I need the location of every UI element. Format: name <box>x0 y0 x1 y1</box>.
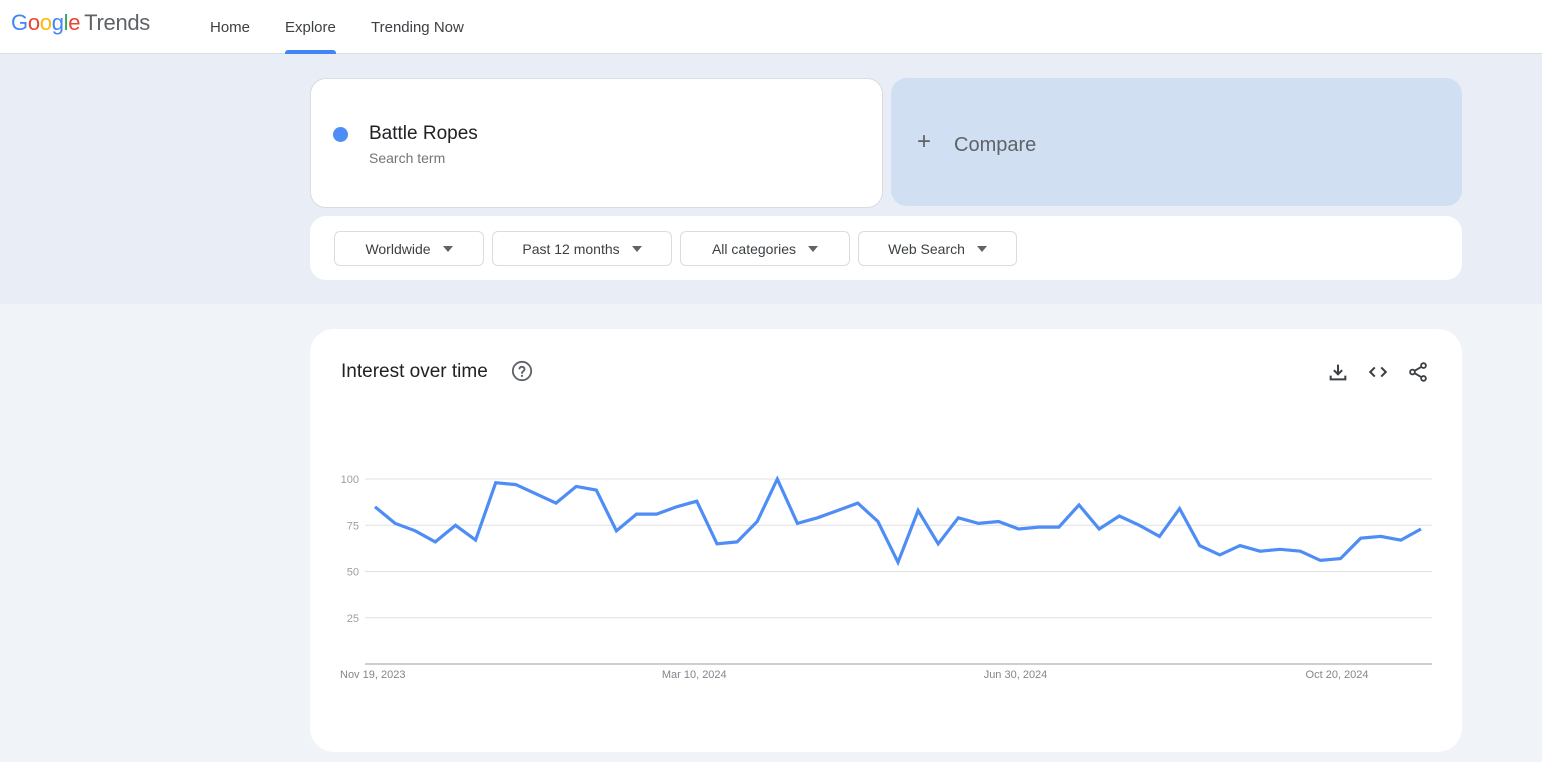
data-point[interactable] <box>1074 500 1084 510</box>
search-type-filter-label: Web Search <box>888 240 965 257</box>
data-point[interactable] <box>531 489 541 499</box>
data-point[interactable] <box>1275 544 1285 554</box>
category-filter-label: All categories <box>711 240 797 257</box>
data-point[interactable] <box>1175 504 1185 514</box>
x-tick-label: Nov 19, 2023 <box>340 669 405 681</box>
data-point[interactable] <box>571 481 581 491</box>
logo-letter: e <box>68 10 81 35</box>
data-point[interactable] <box>370 502 380 512</box>
data-point[interactable] <box>1376 531 1386 541</box>
data-point[interactable] <box>1396 535 1406 545</box>
data-point[interactable] <box>712 539 722 549</box>
y-tick-label: 25 <box>347 613 359 625</box>
caret-down-icon <box>976 245 987 252</box>
caret-down-icon <box>442 245 453 252</box>
data-point[interactable] <box>692 496 702 506</box>
logo-letter: o <box>27 10 40 35</box>
data-point[interactable] <box>611 526 621 536</box>
data-point[interactable] <box>1235 541 1245 551</box>
data-point[interactable] <box>933 539 943 549</box>
data-point[interactable] <box>1034 522 1044 532</box>
y-tick-label: 100 <box>341 474 359 486</box>
data-point[interactable] <box>1315 555 1325 565</box>
data-point[interactable] <box>1014 524 1024 534</box>
top-header: Google Trends Home Explore Trending Now <box>0 0 1542 54</box>
logo-letter: o <box>39 10 52 35</box>
data-point[interactable] <box>591 485 601 495</box>
data-point[interactable] <box>450 520 460 530</box>
logo-letter: g <box>51 10 64 35</box>
data-point[interactable] <box>853 498 863 508</box>
x-tick-label: Oct 20, 2024 <box>1306 669 1369 681</box>
data-point[interactable] <box>833 505 843 515</box>
line-chart: 25 50 75 100 Nov 19, 2023 Mar 10, 2024 Jun 30… <box>340 474 1432 681</box>
compare-label: Compare <box>954 134 1037 156</box>
data-point[interactable] <box>1336 554 1346 564</box>
data-point[interactable] <box>792 518 802 528</box>
data-point[interactable] <box>1416 524 1426 534</box>
data-point[interactable] <box>752 517 762 527</box>
region-filter-label: Worldwide <box>365 240 431 257</box>
data-point[interactable] <box>471 535 481 545</box>
data-point[interactable] <box>994 517 1004 527</box>
nav-trending-now[interactable]: Trending Now <box>371 0 464 54</box>
data-point[interactable] <box>1054 522 1064 532</box>
data-point[interactable] <box>1295 546 1305 556</box>
data-point[interactable] <box>913 505 923 515</box>
data-point[interactable] <box>1134 520 1144 530</box>
caret-down-icon <box>631 245 642 252</box>
logo-product-name: Trends <box>84 10 151 35</box>
data-point[interactable] <box>813 513 823 523</box>
google-trends-logo[interactable]: Google Trends <box>11 10 150 36</box>
data-point[interactable] <box>511 480 521 490</box>
data-point[interactable] <box>1195 541 1205 551</box>
data-point[interactable] <box>551 498 561 508</box>
data-point[interactable] <box>873 517 883 527</box>
compare-button[interactable]: + Compare <box>891 78 1462 206</box>
data-point[interactable] <box>732 537 742 547</box>
search-type-filter[interactable]: Web Search <box>858 231 1017 266</box>
time-range-filter[interactable]: Past 12 months <box>492 231 672 266</box>
data-point[interactable] <box>953 513 963 523</box>
search-term-type: Search term <box>369 150 446 166</box>
time-range-filter-label: Past 12 months <box>522 240 620 257</box>
data-point[interactable] <box>1094 524 1104 534</box>
filter-bar: Worldwide Past 12 months All categories … <box>310 216 1462 280</box>
data-point[interactable] <box>1356 533 1366 543</box>
plus-icon: + <box>917 128 932 155</box>
y-tick-label: 75 <box>347 520 359 532</box>
nav-explore[interactable]: Explore <box>285 0 336 54</box>
x-tick-label: Mar 10, 2024 <box>662 669 727 681</box>
logo-letter: G <box>11 10 28 35</box>
data-point[interactable] <box>1155 531 1165 541</box>
search-term-card[interactable]: Battle Ropes Search term <box>310 78 883 208</box>
term-color-dot <box>333 127 348 142</box>
data-point[interactable] <box>491 478 501 488</box>
data-point[interactable] <box>632 509 642 519</box>
y-tick-label: 50 <box>347 567 359 579</box>
data-point[interactable] <box>652 509 662 519</box>
x-tick-label: Jun 30, 2024 <box>984 669 1048 681</box>
nav-home[interactable]: Home <box>210 0 250 54</box>
data-point[interactable] <box>430 537 440 547</box>
data-point[interactable] <box>1255 546 1265 556</box>
search-term[interactable]: Battle Ropes <box>369 123 478 145</box>
data-point[interactable] <box>893 557 903 567</box>
data-point[interactable] <box>973 518 983 528</box>
caret-down-icon <box>808 245 819 252</box>
data-point[interactable] <box>410 526 420 536</box>
region-filter[interactable]: Worldwide <box>334 231 484 266</box>
data-point[interactable] <box>1114 511 1124 521</box>
data-point[interactable] <box>1215 550 1225 560</box>
data-point[interactable] <box>390 518 400 528</box>
interest-over-time-card: Interest over time 25 50 75 100 Nov 19, 202… <box>310 329 1462 752</box>
data-point[interactable] <box>772 474 782 484</box>
category-filter[interactable]: All categories <box>680 231 850 266</box>
data-point[interactable] <box>672 502 682 512</box>
